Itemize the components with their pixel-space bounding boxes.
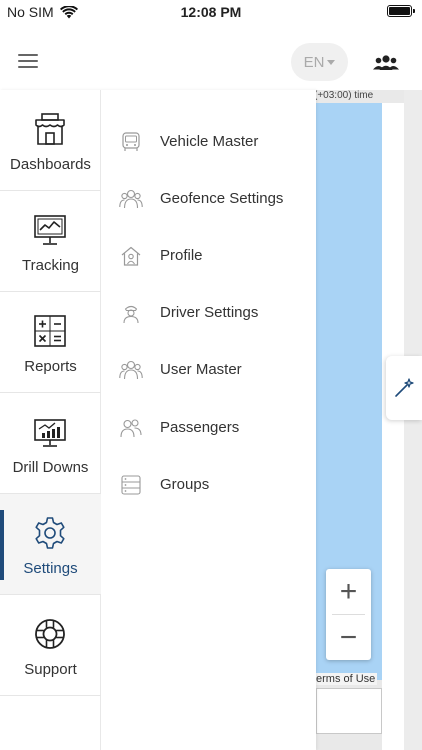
app-header: EN [0, 24, 422, 94]
nav-item-support[interactable]: Support [0, 595, 101, 696]
nav-label-reports: Reports [24, 358, 77, 375]
nav-item-dashboards[interactable]: Dashboards [0, 90, 101, 191]
zoom-out-button[interactable]: − [326, 615, 371, 660]
map-edge [404, 90, 422, 750]
active-indicator [0, 510, 4, 580]
nav-label-dashboards: Dashboards [10, 156, 91, 173]
terms-of-use-link[interactable]: erms of Use [314, 673, 378, 685]
submenu-label-driver-settings: Driver Settings [160, 304, 259, 321]
calculator-icon [34, 315, 66, 347]
submenu-item-geofence-settings[interactable]: Geofence Settings [101, 179, 316, 219]
caret-down-icon [327, 60, 336, 65]
users-group-icon [119, 189, 143, 209]
lifebuoy-icon [35, 619, 65, 649]
users-group-icon[interactable] [372, 54, 400, 72]
submenu-label-passengers: Passengers [160, 419, 240, 436]
vehicle-icon [122, 132, 140, 151]
battery-icon [387, 5, 415, 17]
nav-item-reports[interactable]: Reports [0, 292, 101, 393]
chart-board-icon [34, 419, 66, 447]
status-bar: No SIM 12:08 PM [0, 0, 422, 24]
status-time: 12:08 PM [180, 4, 242, 20]
map-land [382, 103, 404, 750]
main-nav-rail: Dashboards Tracking Reports Drill Downs … [0, 90, 101, 750]
language-label: EN [303, 53, 325, 71]
magic-wand-icon [395, 378, 414, 397]
timezone-label: (+03:00) time [314, 90, 374, 101]
groups-server-icon [121, 475, 141, 495]
zoom-control: + − [326, 569, 371, 660]
users-group-icon [119, 360, 143, 380]
submenu-item-profile[interactable]: Profile [101, 236, 316, 276]
home-profile-icon [121, 246, 141, 266]
zoom-in-button[interactable]: + [326, 569, 371, 614]
submenu-item-driver-settings[interactable]: Driver Settings [101, 293, 316, 333]
submenu-item-groups[interactable]: Groups [101, 465, 316, 505]
store-icon [35, 113, 65, 145]
nav-item-settings[interactable]: Settings [0, 494, 101, 595]
navigation-drawer: Dashboards Tracking Reports Drill Downs … [0, 90, 316, 750]
submenu-label-geofence-settings: Geofence Settings [160, 190, 284, 207]
menu-icon[interactable] [18, 54, 40, 68]
submenu-item-user-master[interactable]: User Master [101, 350, 316, 390]
nav-label-settings: Settings [23, 560, 78, 577]
nav-item-tracking[interactable]: Tracking [0, 191, 101, 292]
magic-wand-button[interactable] [386, 356, 422, 420]
gear-icon [35, 517, 65, 549]
submenu-item-passengers[interactable]: Passengers [101, 408, 316, 448]
passengers-icon [120, 419, 142, 438]
submenu-label-user-master: User Master [160, 361, 242, 378]
nav-label-support: Support [24, 661, 77, 678]
language-selector[interactable]: EN [291, 43, 348, 81]
monitor-tracking-icon [34, 215, 66, 245]
nav-item-drill-downs[interactable]: Drill Downs [0, 393, 101, 494]
nav-label-tracking: Tracking [22, 257, 79, 274]
submenu-label-profile: Profile [160, 247, 203, 264]
submenu-item-vehicle-master[interactable]: Vehicle Master [101, 122, 316, 162]
submenu-label-vehicle-master: Vehicle Master [160, 133, 259, 150]
submenu-label-groups: Groups [160, 476, 210, 493]
driver-icon [123, 305, 139, 324]
nav-label-drill-downs: Drill Downs [12, 459, 89, 476]
map-info-box [316, 688, 382, 734]
